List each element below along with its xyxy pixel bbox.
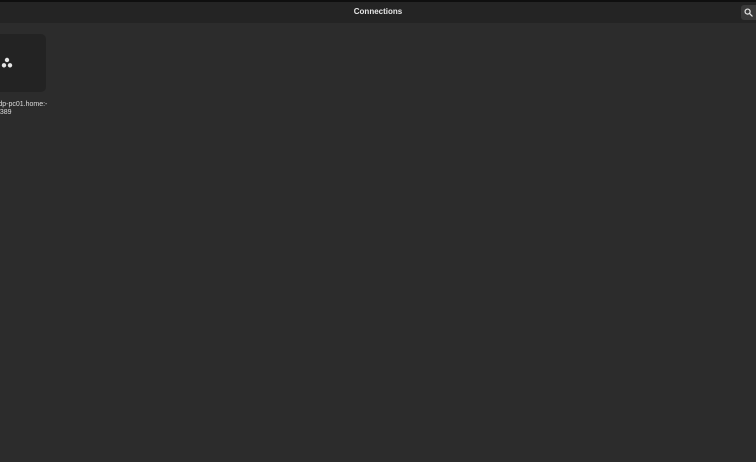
app-window: Connections rdp-pc01.home:- 3389 bbox=[0, 0, 756, 462]
connection-label-line1: rdp-pc01.home:- bbox=[0, 101, 48, 108]
connection-tile[interactable] bbox=[0, 34, 46, 92]
connection-label[interactable]: rdp-pc01.home:- 3389 bbox=[0, 101, 56, 117]
search-button[interactable] bbox=[741, 5, 756, 20]
remote-desktop-icon bbox=[1, 57, 13, 68]
header-bar: Connections bbox=[0, 0, 756, 23]
window-title: Connections bbox=[353, 7, 403, 16]
connection-label-line2: 3389 bbox=[0, 109, 12, 116]
search-icon bbox=[744, 8, 753, 17]
connections-grid: rdp-pc01.home:- 3389 bbox=[0, 23, 756, 462]
